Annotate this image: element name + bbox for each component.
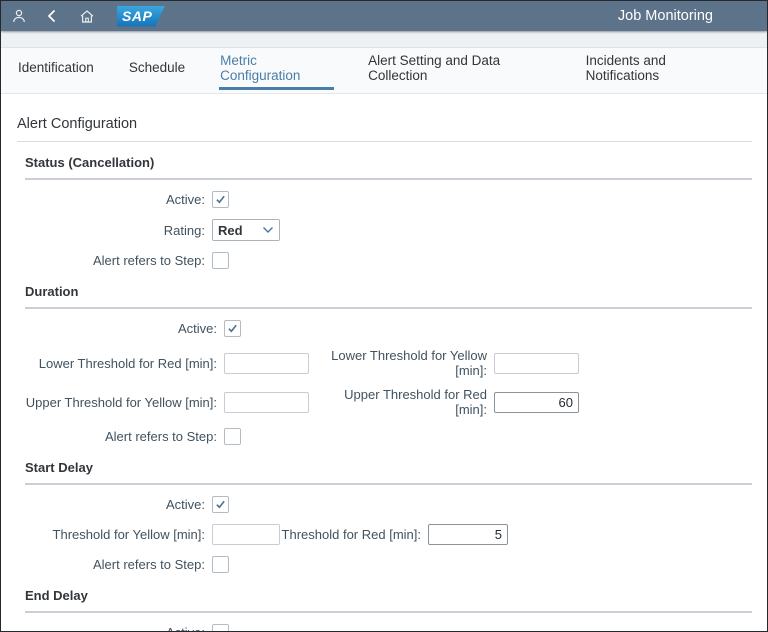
home-icon[interactable] (79, 9, 113, 24)
threshold-yellow-label: Threshold for Yellow [min]: (52, 527, 205, 542)
duration-step-checkbox[interactable] (224, 428, 241, 445)
section-divider (25, 483, 752, 485)
tab-incidents-notifications[interactable]: Incidents and Notifications (585, 48, 734, 90)
rating-select-value: Red (218, 222, 243, 238)
alert-refers-step-label: Alert refers to Step: (105, 429, 217, 444)
threshold-yellow-input[interactable] (212, 524, 280, 545)
tab-alert-setting-data-collection[interactable]: Alert Setting and Data Collection (367, 48, 552, 90)
start-delay-active-row: Active: (1, 494, 767, 515)
lower-red-label: Lower Threshold for Red [min]: (38, 355, 217, 371)
lower-yellow-label: Lower Threshold for Yellow [min]: (331, 348, 487, 378)
app-title: Job Monitoring (617, 8, 713, 24)
shell-substrip (1, 31, 767, 48)
end-delay-active-row: Active: (1, 622, 767, 631)
start-delay-step-checkbox[interactable] (212, 556, 229, 573)
duration-step-row: Alert refers to Step: (1, 426, 767, 447)
section-start-delay: Start Delay Active: Threshold for Yellow… (1, 460, 767, 575)
threshold-red-input[interactable] (428, 524, 508, 545)
lower-red-input[interactable] (224, 352, 309, 374)
rating-select[interactable]: Red (212, 219, 280, 241)
lower-yellow-input[interactable] (494, 352, 579, 374)
status-step-row: Alert refers to Step: (1, 250, 767, 271)
active-label: Active: (165, 192, 205, 207)
user-icon[interactable] (11, 8, 45, 24)
start-delay-threshold-row: Threshold for Yellow [min]: Threshold fo… (1, 524, 767, 545)
content-area: Alert Configuration Status (Cancellation… (1, 116, 767, 631)
end-delay-active-checkbox[interactable] (212, 624, 229, 631)
shell-bar: SAP Job Monitoring (1, 1, 767, 31)
status-active-row: Active: (1, 189, 767, 210)
active-label: Active: (177, 321, 217, 336)
section-divider (25, 178, 752, 180)
job-monitoring-window: SAP Job Monitoring Identification Schedu… (0, 0, 768, 632)
upper-red-input[interactable] (494, 391, 579, 413)
section-divider (25, 611, 752, 613)
upper-yellow-label: Upper Threshold for Yellow [min]: (25, 394, 217, 410)
sap-logo-text: SAP (122, 8, 153, 24)
upper-yellow-input[interactable] (224, 391, 309, 413)
active-label: Active: (165, 497, 205, 512)
section-end-delay: End Delay Active: Planned End Time: (1, 588, 767, 631)
rating-label: Rating: (163, 222, 205, 238)
duration-active-row: Active: (1, 318, 767, 339)
page-title: Alert Configuration (17, 116, 138, 132)
tab-strip: Identification Schedule Metric Configura… (1, 48, 767, 94)
section-title: Start Delay (25, 460, 93, 475)
duration-active-checkbox[interactable] (224, 320, 241, 337)
alert-refers-step-label: Alert refers to Step: (93, 253, 205, 268)
start-delay-step-row: Alert refers to Step: (1, 554, 767, 575)
section-duration: Duration Active: Lower Threshold for Red… (1, 284, 767, 447)
duration-upper-row: Upper Threshold for Yellow [min]: Upper … (1, 387, 767, 417)
upper-red-label: Upper Threshold for Red [min]: (344, 387, 487, 417)
sap-logo: SAP (117, 5, 165, 27)
section-divider (25, 307, 752, 309)
page-title-divider (17, 141, 752, 142)
alert-refers-step-label: Alert refers to Step: (93, 557, 205, 572)
status-step-checkbox[interactable] (212, 252, 229, 269)
section-title: Duration (25, 284, 79, 299)
section-title: End Delay (25, 588, 88, 603)
tab-metric-configuration[interactable]: Metric Configuration (219, 48, 335, 90)
section-status-cancellation: Status (Cancellation) Active: Rating: Re… (1, 155, 767, 271)
back-icon[interactable] (45, 9, 79, 23)
status-rating-row: Rating: Red (1, 219, 767, 241)
chevron-down-icon (263, 227, 273, 233)
start-delay-active-checkbox[interactable] (212, 496, 229, 513)
tab-schedule[interactable]: Schedule (128, 48, 186, 90)
active-label: Active: (1, 625, 212, 631)
duration-lower-row: Lower Threshold for Red [min]: Lower Thr… (1, 348, 767, 378)
tab-identification[interactable]: Identification (17, 48, 95, 90)
status-active-checkbox[interactable] (212, 191, 229, 208)
section-title: Status (Cancellation) (25, 155, 155, 170)
threshold-red-label: Threshold for Red [min]: (281, 527, 421, 542)
